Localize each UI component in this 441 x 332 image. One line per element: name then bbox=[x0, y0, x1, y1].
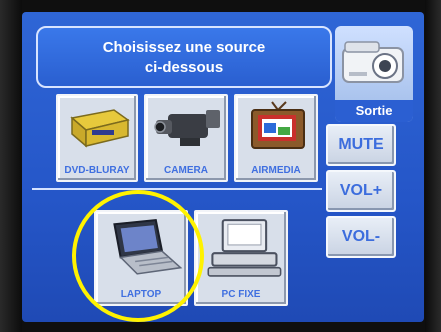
source-label: DVD-BLURAY bbox=[64, 165, 130, 176]
tv-icon bbox=[251, 101, 305, 149]
source-label: CAMERA bbox=[164, 165, 208, 176]
volume-up-button[interactable]: VOL+ bbox=[326, 170, 396, 212]
source-button-laptop[interactable]: LAPTOP bbox=[94, 210, 188, 306]
output-button[interactable]: Sortie bbox=[335, 26, 413, 122]
volume-down-button[interactable]: VOL- bbox=[326, 216, 396, 258]
camcorder-icon bbox=[154, 110, 220, 146]
section-divider bbox=[32, 188, 322, 190]
bezel-left-edge bbox=[0, 0, 22, 332]
output-label: Sortie bbox=[335, 100, 413, 122]
mute-button[interactable]: MUTE bbox=[326, 124, 396, 166]
touch-screen: Choisissez une source ci-dessous Sortie … bbox=[22, 12, 424, 322]
prompt-line-2: ci-dessous bbox=[144, 59, 224, 76]
desktop-pc-icon bbox=[207, 219, 282, 277]
dvd-player-icon bbox=[70, 109, 130, 148]
bezel-right-edge bbox=[425, 0, 441, 332]
device-bezel: Choisissez une source ci-dessous Sortie … bbox=[0, 0, 441, 332]
source-label: AIRMEDIA bbox=[251, 165, 301, 176]
prompt-line-1: Choisissez une source bbox=[102, 39, 266, 56]
source-button-pc-fixe[interactable]: PC FIXE bbox=[194, 210, 288, 306]
source-button-airmedia[interactable]: AIRMEDIA bbox=[234, 94, 318, 182]
source-button-dvd-bluray[interactable]: DVD-BLURAY bbox=[56, 94, 138, 182]
projector-icon bbox=[342, 41, 404, 83]
source-prompt-banner: Choisissez une source ci-dessous bbox=[36, 26, 332, 88]
source-button-camera[interactable]: CAMERA bbox=[144, 94, 228, 182]
source-label: LAPTOP bbox=[120, 289, 162, 300]
source-label: PC FIXE bbox=[221, 289, 261, 300]
laptop-icon bbox=[113, 219, 183, 275]
